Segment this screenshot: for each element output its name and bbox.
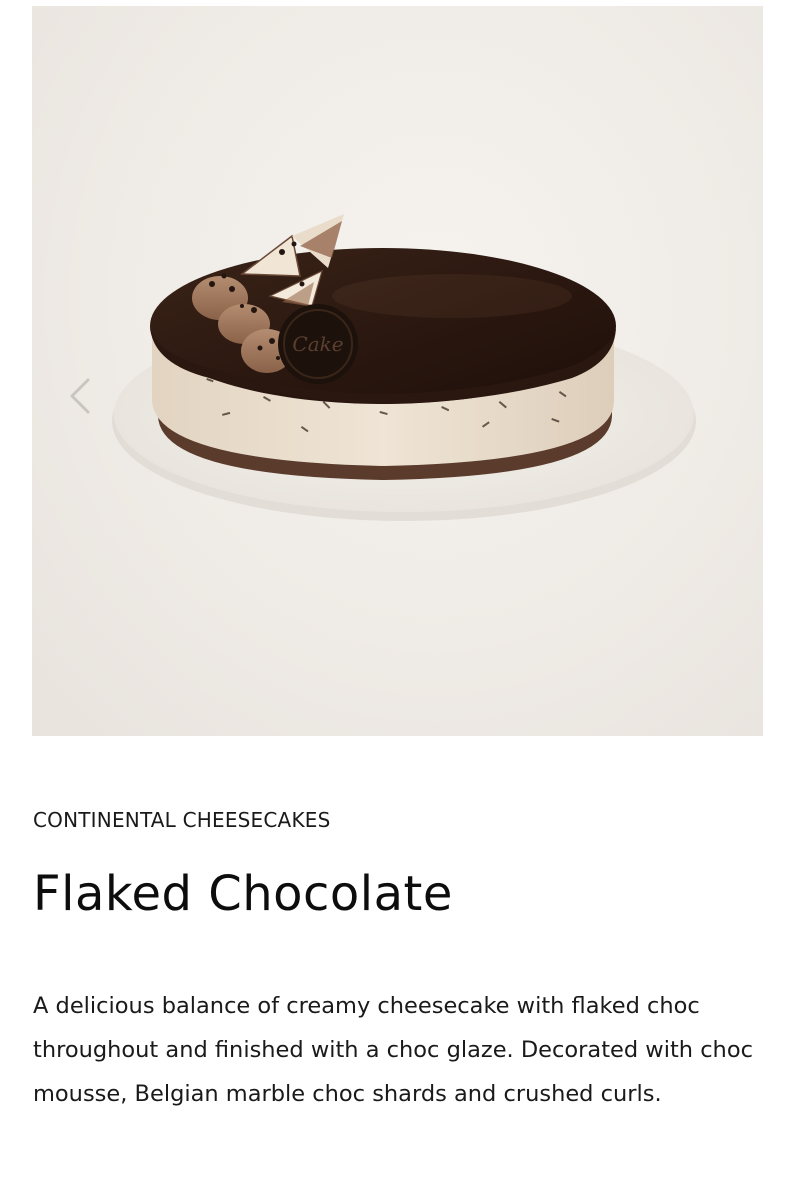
chevron-right-icon	[756, 372, 763, 420]
next-image-button[interactable]	[756, 372, 763, 420]
product-image-gallery[interactable]: Cake	[32, 6, 763, 736]
chevron-left-icon	[70, 378, 90, 414]
product-photo: Cake	[112, 214, 696, 521]
previous-image-button[interactable]	[62, 372, 102, 420]
product-category: CONTINENTAL CHEESECAKES	[33, 808, 331, 832]
medallion-text: Cake	[292, 332, 343, 356]
product-page: Cake CONTINENTAL CHEESECAKES Flaked Choc…	[0, 0, 794, 1200]
product-description: A delicious balance of creamy cheesecake…	[33, 993, 753, 1107]
product-title: Flaked Chocolate	[33, 866, 453, 922]
